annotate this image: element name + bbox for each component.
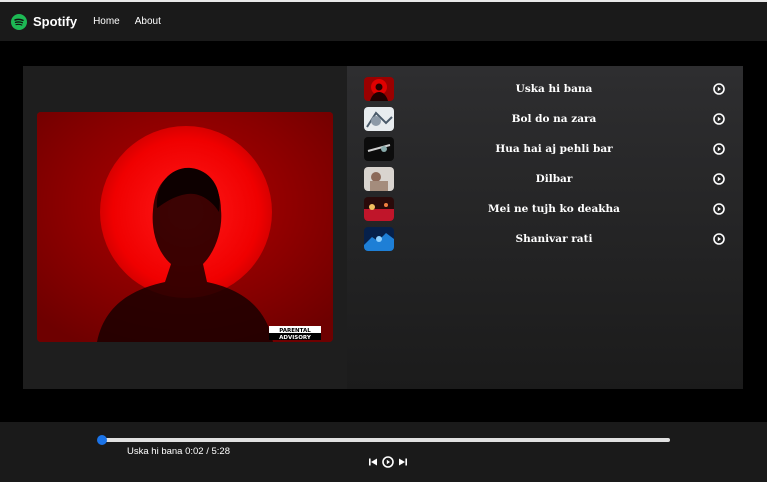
song-item[interactable]: Uska hi bana — [364, 77, 726, 101]
song-thumbnail — [364, 227, 394, 251]
song-title: Dilbar — [535, 173, 573, 185]
next-icon[interactable] — [398, 457, 408, 467]
play-circle-icon[interactable] — [713, 233, 725, 245]
playback-controls — [366, 456, 410, 468]
advisory-text-bottom: ADVISORY — [279, 335, 312, 341]
nav-link-home[interactable]: Home — [93, 16, 120, 27]
song-item[interactable]: Dilbar — [364, 167, 726, 191]
main-container: PARENTAL ADVISORY Uska hi bana Bol do na… — [23, 66, 743, 389]
progress-bar[interactable] — [97, 435, 670, 445]
spotify-logo-icon — [11, 13, 27, 30]
song-item[interactable]: Hua hai aj pehli bar — [364, 137, 726, 161]
song-list: Uska hi bana Bol do na zara Hua hai aj p… — [347, 66, 743, 389]
play-pause-icon[interactable] — [382, 456, 394, 468]
song-title: Bol do na zara — [511, 113, 597, 125]
nav-link-about[interactable]: About — [135, 16, 161, 27]
brand-name: Spotify — [33, 14, 78, 29]
song-thumbnail — [364, 107, 394, 131]
play-circle-icon[interactable] — [713, 83, 725, 95]
brand[interactable]: Spotify — [11, 13, 78, 30]
navbar: Spotify Home About — [0, 0, 767, 41]
now-playing-panel: PARENTAL ADVISORY — [23, 66, 347, 389]
song-thumbnail — [364, 197, 394, 221]
song-thumbnail — [364, 77, 394, 101]
previous-icon[interactable] — [368, 457, 378, 467]
now-playing-info: Uska hi bana 0:02 / 5:28 — [127, 446, 230, 457]
song-title: Hua hai aj pehli bar — [495, 143, 613, 155]
song-thumbnail — [364, 167, 394, 191]
player-bar: Uska hi bana 0:02 / 5:28 — [0, 422, 767, 482]
song-title: Uska hi bana — [515, 83, 593, 95]
advisory-text-top: PARENTAL — [279, 328, 311, 334]
play-circle-icon[interactable] — [713, 143, 725, 155]
play-circle-icon[interactable] — [713, 113, 725, 125]
song-item[interactable]: Mei ne tujh ko deakha — [364, 197, 726, 221]
song-item[interactable]: Shanivar rati — [364, 227, 726, 251]
song-title: Shanivar rati — [515, 233, 593, 245]
progress-thumb[interactable] — [97, 435, 108, 445]
play-circle-icon[interactable] — [713, 173, 725, 185]
song-thumbnail — [364, 137, 394, 161]
album-cover: PARENTAL ADVISORY — [37, 112, 333, 342]
song-item[interactable]: Bol do na zara — [364, 107, 726, 131]
play-circle-icon[interactable] — [713, 203, 725, 215]
song-title: Mei ne tujh ko deakha — [488, 203, 620, 215]
